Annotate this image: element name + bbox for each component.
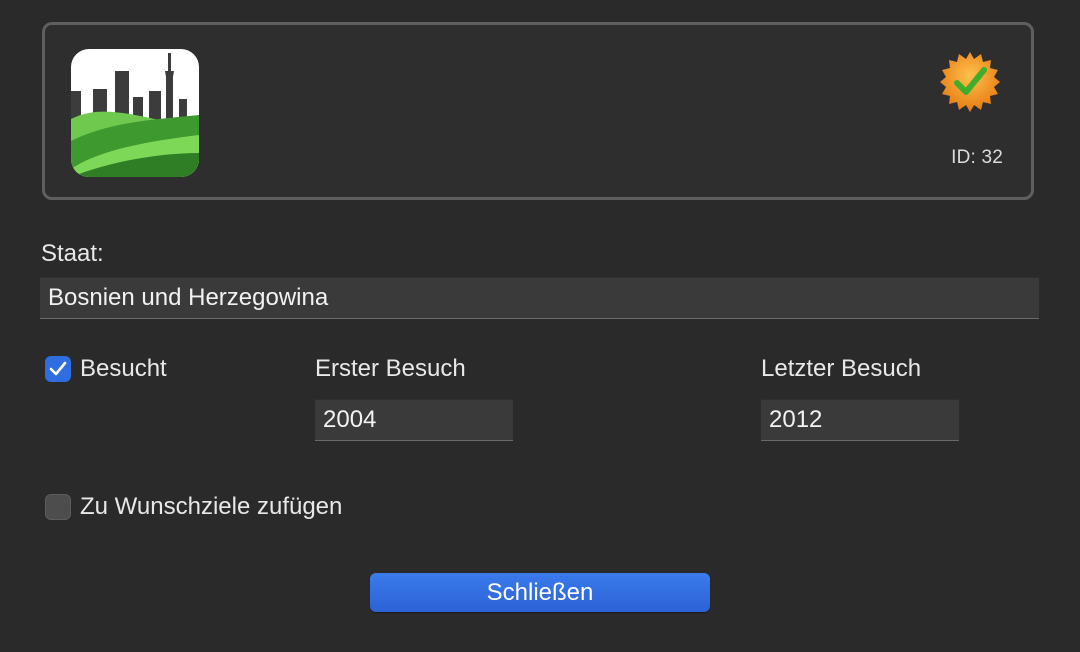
first-visit-label: Erster Besuch <box>315 355 466 382</box>
state-input[interactable] <box>40 277 1039 319</box>
last-visit-input[interactable] <box>761 399 959 441</box>
wishlist-checkbox[interactable] <box>45 494 71 520</box>
city-landscape-icon <box>71 49 199 177</box>
last-visit-label: Letzter Besuch <box>761 355 922 382</box>
visited-checkbox[interactable] <box>45 356 71 382</box>
verified-badge-icon <box>940 52 1000 112</box>
wishlist-label[interactable]: Zu Wunschziele zufügen <box>80 493 342 521</box>
first-visit-input[interactable] <box>315 399 513 441</box>
id-label: ID: 32 <box>951 147 1003 168</box>
visited-label[interactable]: Besucht <box>80 355 167 383</box>
state-label: Staat: <box>41 240 104 267</box>
close-button[interactable]: Schließen <box>370 573 710 612</box>
header-panel: ID: 32 <box>42 22 1034 200</box>
checkmark-icon <box>49 361 67 376</box>
